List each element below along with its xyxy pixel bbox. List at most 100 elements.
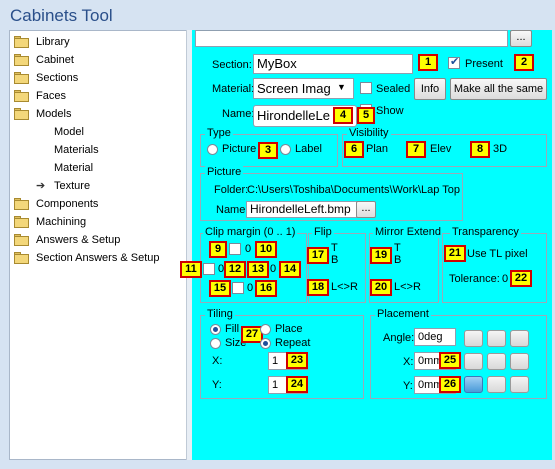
anchor-middle-center-button[interactable] [487, 353, 506, 370]
flip-lr-label[interactable]: L<>R [331, 281, 358, 293]
sealed-checkbox[interactable] [360, 82, 372, 94]
3d-label: 3D [493, 143, 508, 155]
tree-item-material[interactable]: Material [54, 159, 93, 177]
fill-label: Fill [225, 323, 240, 335]
mirror-extend-title: Mirror Extend [373, 226, 444, 238]
size-radio[interactable] [210, 338, 221, 349]
tiling-y-label: Y: [212, 379, 222, 391]
badge-8: 8 [470, 141, 490, 158]
clip-margin-title: Clip margin (0 .. 1) [203, 226, 298, 238]
folder-icon [14, 90, 30, 102]
anchor-top-right-button[interactable] [510, 330, 529, 347]
clip-top-value[interactable]: 0 [245, 243, 251, 255]
anchor-middle-left-button[interactable] [464, 353, 483, 370]
anchor-bottom-center-button[interactable] [487, 376, 506, 393]
badge-18: 18 [307, 279, 329, 296]
use-tl-pixel-label[interactable]: Use TL pixel [467, 248, 528, 260]
picture-browse-button[interactable]: ... [356, 201, 376, 218]
badge-2: 2 [514, 54, 534, 71]
picture-title: Picture [205, 166, 244, 178]
tree-item-label: Components [36, 198, 99, 210]
info-button[interactable]: Info [414, 78, 446, 100]
elev-label: Elev [430, 143, 452, 155]
clip-bottom-checkbox[interactable] [232, 282, 244, 294]
folder-label: Folder: [214, 184, 249, 196]
anchor-top-left-button[interactable] [464, 330, 483, 347]
show-label: Show [376, 105, 404, 117]
tree-item-label: Material [54, 162, 94, 174]
badge-20: 20 [370, 279, 392, 296]
badge-23: 23 [286, 352, 308, 369]
badge-21: 21 [444, 245, 466, 262]
label-radio[interactable] [280, 144, 291, 155]
folder-icon [14, 198, 30, 210]
make-all-same-button[interactable]: Make all the same [450, 78, 547, 100]
picture-name-input[interactable]: HirondelleLeft.bmp [246, 201, 358, 218]
section-input[interactable]: MyBox [253, 54, 413, 74]
tree-item-model[interactable]: Model [54, 123, 84, 141]
label-radio-label: Label [295, 143, 322, 155]
mirror-lr-label[interactable]: L<>R [394, 281, 421, 293]
badge-12: 12 [224, 261, 246, 278]
clip-right-value[interactable]: 0 [270, 263, 276, 275]
folder-icon [14, 108, 30, 120]
angle-input[interactable]: 0deg [414, 328, 456, 346]
badge-14: 14 [279, 261, 301, 278]
repeat-radio[interactable] [260, 338, 271, 349]
flip-top-label[interactable]: T [331, 242, 338, 254]
chevron-down-icon: ▼ [337, 82, 346, 92]
badge-9: 9 [209, 241, 227, 258]
tree-item-label: Models [36, 108, 72, 120]
top-path-input[interactable] [195, 30, 508, 47]
mirror-top-label[interactable]: T [394, 242, 401, 254]
anchor-bottom-left-button[interactable] [464, 376, 483, 393]
picture-radio[interactable] [207, 144, 218, 155]
badge-3: 3 [258, 142, 278, 159]
picture-radio-label: Picture [222, 143, 257, 155]
placement-x-label: X: [403, 356, 414, 368]
mirror-bottom-label[interactable]: B [394, 254, 401, 266]
badge-4: 4 [333, 107, 353, 124]
anchor-top-center-button[interactable] [487, 330, 506, 347]
present-label: Present [465, 58, 503, 70]
properties-panel: ... Section: MyBox 1 ✔ Present 2 Materia… [180, 30, 552, 460]
badge-22: 22 [510, 270, 532, 287]
anchor-bottom-right-button[interactable] [510, 376, 529, 393]
tolerance-value[interactable]: 0 [502, 273, 508, 285]
window-title: Cabinets Tool [10, 6, 113, 25]
badge-1: 1 [418, 54, 438, 71]
flip-bottom-label[interactable]: B [331, 254, 338, 266]
tree-item-label: Faces [36, 90, 66, 102]
top-browse-button[interactable]: ... [510, 30, 532, 47]
tree-item-label: Texture [54, 180, 91, 192]
badge-7: 7 [406, 141, 426, 158]
clip-top-checkbox[interactable] [229, 243, 241, 255]
tree-item-label: Machining [36, 216, 87, 228]
transparency-group [442, 233, 547, 303]
transparency-title: Transparency [450, 226, 521, 238]
clip-bottom-value[interactable]: 0 [247, 282, 253, 294]
folder-path[interactable]: C:\Users\Toshiba\Documents\Work\Lap Top [247, 184, 462, 196]
tree-item-label: Cabinet [36, 54, 74, 66]
tiling-title: Tiling [205, 308, 235, 320]
tree-item-materials[interactable]: Materials [54, 141, 99, 159]
tree-item-label: Model [54, 126, 84, 138]
tree-item-label: Library [36, 36, 70, 48]
repeat-label: Repeat [275, 337, 311, 349]
clip-left-checkbox[interactable] [203, 263, 215, 275]
badge-19: 19 [370, 247, 392, 264]
badge-17: 17 [307, 247, 329, 264]
fill-radio[interactable] [210, 324, 221, 335]
picture-name-label: Name: [216, 204, 249, 216]
section-label: Section: [212, 59, 252, 71]
present-checkbox[interactable]: ✔ [448, 56, 460, 69]
badge-24: 24 [286, 376, 308, 393]
anchor-middle-right-button[interactable] [510, 353, 529, 370]
place-radio[interactable] [260, 324, 271, 335]
material-label: Material: [212, 83, 255, 95]
place-label: Place [275, 323, 303, 335]
tolerance-label: Tolerance: [449, 273, 500, 285]
flip-title: Flip [312, 226, 334, 238]
material-select-value: Screen Imag [257, 81, 331, 96]
visibility-title: Visibility [347, 127, 391, 139]
